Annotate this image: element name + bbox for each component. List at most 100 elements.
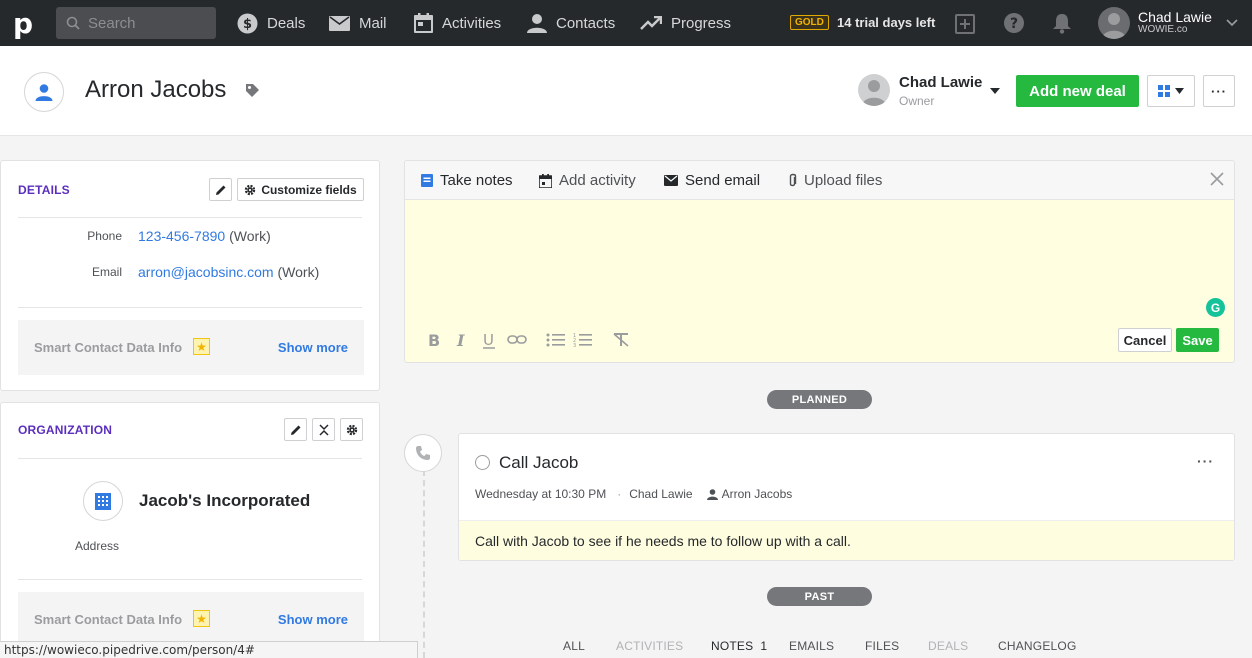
divider (18, 217, 362, 218)
filter-changelog[interactable]: CHANGELOG (998, 639, 1076, 653)
customize-fields-button[interactable]: Customize fields (237, 178, 364, 201)
planned-section-label: PLANNED (767, 390, 872, 409)
add-new-deal-button[interactable]: Add new deal (1016, 75, 1139, 107)
search-input[interactable]: Search (56, 7, 216, 39)
italic-icon[interactable]: I (455, 332, 469, 347)
owner-label: Owner (899, 94, 935, 108)
clear-formatting-icon[interactable] (612, 332, 630, 347)
cancel-button[interactable]: Cancel (1118, 328, 1172, 352)
person-header: Arron Jacobs Chad Lawie Owner Add new de… (0, 46, 1252, 136)
details-title: DETAILS (18, 183, 70, 197)
smart-contact-data-title: Smart Contact Data Info (34, 340, 183, 355)
person-icon (35, 84, 53, 101)
gear-icon (245, 184, 256, 195)
email-link[interactable]: arron@jacobsinc.com (138, 264, 274, 280)
dollar-icon: $ (237, 13, 258, 33)
view-switch-button[interactable] (1147, 75, 1195, 107)
organization-address-label: Address (75, 539, 120, 553)
activity-person-link[interactable]: Arron Jacobs (722, 487, 793, 501)
activity-title[interactable]: Call Jacob (499, 453, 578, 473)
edit-details-button[interactable] (209, 178, 232, 201)
tag-icon[interactable] (245, 83, 260, 98)
notifications-bell-icon[interactable] (1052, 12, 1072, 34)
tab-send-email[interactable]: Send email (664, 161, 760, 200)
filter-activities[interactable]: ACTIVITIES (616, 639, 683, 653)
tab-add-activity[interactable]: Add activity (539, 161, 636, 200)
person-name-title[interactable]: Arron Jacobs (85, 76, 226, 104)
note-composer: Take notes Add activity Send email Uploa… (404, 160, 1235, 363)
activity-meta: Wednesday at 10:30 PM · Chad Lawie Arron… (475, 487, 792, 501)
tab-upload-files[interactable]: Upload files (788, 161, 882, 200)
star-icon: ★ (193, 610, 210, 627)
person-icon (527, 14, 547, 33)
nav-progress[interactable]: Progress (640, 0, 731, 46)
show-more-link[interactable]: Show more (278, 340, 348, 355)
mark-done-checkbox[interactable] (475, 455, 490, 470)
filter-notes[interactable]: NOTES 1 (711, 639, 767, 653)
user-menu[interactable]: Chad Lawie WOWIE.co (1098, 7, 1238, 39)
activity-more-button[interactable]: ··· (1197, 453, 1214, 469)
browser-status-url: https://wowieco.pipedrive.com/person/4# (0, 641, 418, 658)
bold-icon[interactable]: B (427, 332, 441, 347)
svg-text:?: ? (1010, 16, 1018, 32)
link-icon[interactable] (507, 332, 527, 347)
note-text-area[interactable] (405, 201, 1234, 321)
organization-settings-button[interactable] (340, 418, 363, 441)
underline-icon[interactable]: U (481, 332, 497, 349)
top-navigation-bar: p Search $ Deals Mail Activities Contact… (0, 0, 1252, 46)
note-icon (421, 174, 433, 187)
filter-deals[interactable]: DEALS (928, 639, 968, 653)
more-actions-button[interactable]: ··· (1203, 75, 1235, 107)
divider (18, 307, 362, 308)
building-icon (95, 493, 111, 510)
numbered-list-icon[interactable]: 123 (573, 332, 593, 347)
organization-name-link[interactable]: Jacob's Incorporated (139, 491, 310, 511)
owner-dropdown-caret-icon[interactable] (990, 88, 1000, 94)
close-icon[interactable] (1210, 172, 1224, 186)
help-icon[interactable]: ? (1003, 12, 1025, 34)
svg-text:U: U (483, 332, 494, 349)
activity-note: Call with Jacob to see if he needs me to… (459, 520, 1234, 560)
user-name: Chad Lawie (1138, 9, 1212, 25)
trend-icon (640, 16, 662, 30)
filter-all[interactable]: ALL (563, 639, 585, 653)
smart-contact-data-title: Smart Contact Data Info (34, 612, 183, 627)
divider (18, 458, 362, 459)
nav-mail-label: Mail (359, 14, 387, 32)
composer-tabs: Take notes Add activity Send email Uploa… (405, 161, 1234, 200)
save-button[interactable]: Save (1176, 328, 1219, 352)
phone-icon (416, 446, 430, 460)
nav-mail[interactable]: Mail (329, 0, 387, 46)
nav-deals[interactable]: $ Deals (237, 0, 305, 46)
bulleted-list-icon[interactable] (546, 332, 566, 347)
timeline-line (423, 470, 425, 658)
pencil-icon (290, 425, 300, 435)
email-label: Email (91, 265, 122, 279)
tab-take-notes[interactable]: Take notes (421, 161, 513, 200)
filter-emails[interactable]: EMAILS (789, 639, 834, 653)
star-icon: ★ (193, 338, 210, 355)
phone-value: 123-456-7890 (Work) (138, 228, 271, 244)
activity-card: Call Jacob ··· Wednesday at 10:30 PM · C… (458, 433, 1235, 561)
mail-icon (329, 15, 350, 31)
details-card: DETAILS Customize fields Phone 123-456-7… (0, 160, 380, 391)
trial-days-text[interactable]: 14 trial days left (837, 15, 935, 30)
nav-activities[interactable]: Activities (414, 0, 501, 46)
filter-files[interactable]: FILES (865, 639, 899, 653)
unlink-organization-button[interactable] (312, 418, 335, 441)
customize-fields-label: Customize fields (261, 182, 357, 197)
pipedrive-logo[interactable]: p (0, 0, 46, 46)
show-more-link[interactable]: Show more (278, 612, 348, 627)
edit-organization-button[interactable] (284, 418, 307, 441)
nav-contacts[interactable]: Contacts (527, 0, 615, 46)
person-avatar (24, 72, 64, 112)
chevron-down-icon (1226, 19, 1238, 27)
calendar-icon (414, 13, 433, 33)
nav-contacts-label: Contacts (556, 14, 616, 32)
pencil-icon (215, 185, 225, 195)
owner-selector[interactable]: Chad Lawie Owner (858, 74, 982, 108)
divider (18, 579, 362, 580)
grammarly-icon[interactable]: G (1206, 298, 1225, 317)
quick-add-icon[interactable] (955, 12, 977, 34)
phone-link[interactable]: 123-456-7890 (138, 228, 225, 244)
